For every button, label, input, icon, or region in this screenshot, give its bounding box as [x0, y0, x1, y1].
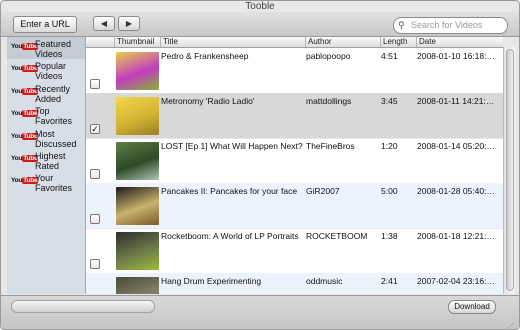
row-checkbox[interactable]	[90, 169, 100, 179]
sidebar-item[interactable]: YouTube Recently Added	[7, 82, 85, 104]
search-placeholder: Search for Videos	[411, 20, 483, 30]
back-arrow-icon: ◀	[100, 19, 108, 28]
video-author: GiR2007	[306, 186, 340, 196]
video-length: 1:38	[381, 231, 398, 241]
enter-url-button[interactable]: Enter a URL	[13, 16, 77, 33]
sidebar-item-label: Featured Videos	[35, 39, 72, 59]
sidebar-item[interactable]: YouTube Top Favorites	[7, 104, 85, 126]
video-date: 2008-01-14 05:20:…	[417, 141, 495, 151]
vertical-scrollbar[interactable]	[503, 47, 515, 294]
video-thumbnail	[116, 97, 159, 135]
column-header-author[interactable]: Author	[305, 37, 380, 47]
table-row[interactable]: LOST [Ep 1] What Will Happen Next? TheFin…	[86, 138, 503, 184]
search-icon: ⚲	[398, 20, 405, 30]
table-row[interactable]: Hang Drum Experimenting oddmusic 2:41 2007-…	[86, 273, 503, 294]
video-length: 3:45	[381, 96, 398, 106]
video-thumbnail	[116, 187, 159, 225]
back-button[interactable]: ◀	[93, 16, 115, 31]
video-title: Metronomy 'Radio Ladio'	[161, 96, 255, 106]
sidebar-item[interactable]: YouTube Most Discussed	[7, 127, 85, 149]
row-checkbox[interactable]	[90, 79, 100, 89]
video-title: Pedro & Frankensheep	[161, 51, 249, 61]
column-header-select[interactable]	[86, 37, 114, 47]
video-length: 1:20	[381, 141, 398, 151]
video-thumbnail	[116, 277, 159, 294]
sidebar-item-label: Popular Videos	[35, 61, 67, 82]
sidebar-item-label: Your Favorites	[35, 173, 73, 194]
video-thumbnail	[116, 52, 159, 90]
sidebar-item-label: Top Favorites	[35, 106, 73, 127]
video-author: oddmusic	[306, 276, 343, 286]
column-header-length[interactable]: Length	[380, 37, 416, 47]
sidebar-item[interactable]: YouTube Popular Videos	[7, 59, 85, 81]
video-date: 2008-01-18 12:21:…	[417, 231, 495, 241]
video-date: 2007-02-04 23:16:…	[417, 276, 495, 286]
sidebar-item[interactable]: YouTube Highest Rated	[7, 149, 85, 171]
sidebar-item-label: Recently Added	[35, 83, 71, 104]
video-author: TheFineBros	[306, 141, 355, 151]
download-button[interactable]: Download	[448, 300, 496, 314]
forward-button[interactable]: ▶	[118, 16, 140, 31]
video-length: 4:51	[381, 51, 398, 61]
video-author: mattdollings	[306, 96, 352, 106]
resize-grip-icon[interactable]: ⋰	[507, 323, 515, 329]
sidebar-item[interactable]: YouTube Featured Videos	[7, 37, 85, 60]
video-date: 2008-01-28 05:40:…	[417, 186, 495, 196]
column-header-title[interactable]: Title	[160, 37, 305, 47]
column-header-thumbnail[interactable]: Thumbnail	[114, 37, 160, 47]
table-header: Thumbnail Title Author Length Date	[86, 37, 503, 48]
video-length: 2:41	[381, 276, 398, 286]
video-author: ROCKETBOOM	[306, 231, 368, 241]
horizontal-scrollbar[interactable]	[11, 300, 155, 313]
search-field[interactable]: ⚲ Search for Videos	[393, 17, 508, 34]
row-checkbox[interactable]	[90, 259, 100, 269]
table-row[interactable]: Pancakes II: Pancakes for your face GiR20…	[86, 183, 503, 229]
sidebar-item-label: Most Discussed	[35, 128, 77, 149]
app-window: Tooble Enter a URL ◀ ▶ ⚲ Search for Vide…	[0, 0, 520, 330]
video-table: Thumbnail Title Author Length Date Pedro…	[86, 37, 503, 294]
sidebar-item-label: Highest Rated	[35, 150, 66, 171]
video-length: 5:00	[381, 186, 398, 196]
video-author: pablopoopo	[306, 51, 351, 61]
video-title: Hang Drum Experimenting	[161, 276, 262, 286]
video-thumbnail	[116, 142, 159, 180]
window-title: Tooble	[245, 1, 275, 12]
row-checkbox[interactable]	[90, 214, 100, 224]
video-title: Rocketboom: A World of LP Portraits	[161, 231, 299, 241]
bottom-bar: Download	[1, 295, 519, 329]
video-thumbnail	[116, 232, 159, 270]
table-row[interactable]: Rocketboom: A World of LP Portraits ROCKE…	[86, 228, 503, 274]
video-date: 2008-01-11 14:21:…	[417, 96, 495, 106]
column-header-date[interactable]: Date	[416, 37, 503, 47]
video-date: 2008-01-10 16:18:…	[417, 51, 495, 61]
table-row[interactable]: Pedro & Frankensheep pablopoopo 4:51 2008-0…	[86, 48, 503, 94]
forward-arrow-icon: ▶	[125, 19, 133, 28]
vertical-scroll-thumb[interactable]	[506, 49, 514, 291]
video-title: Pancakes II: Pancakes for your face	[161, 186, 298, 196]
row-checkbox[interactable]: ✓	[90, 124, 100, 134]
video-title: LOST [Ep 1] What Will Happen Next?	[161, 141, 303, 151]
sidebar: YouTube Featured Videos YouTube Popular Vid…	[7, 37, 86, 294]
toolbar: Enter a URL ◀ ▶ ⚲ Search for Videos	[1, 12, 519, 37]
table-row[interactable]: ✓ Metronomy 'Radio Ladio' mattdollings 3:45…	[86, 93, 503, 139]
sidebar-item[interactable]: YouTube Your Favorites	[7, 171, 85, 193]
